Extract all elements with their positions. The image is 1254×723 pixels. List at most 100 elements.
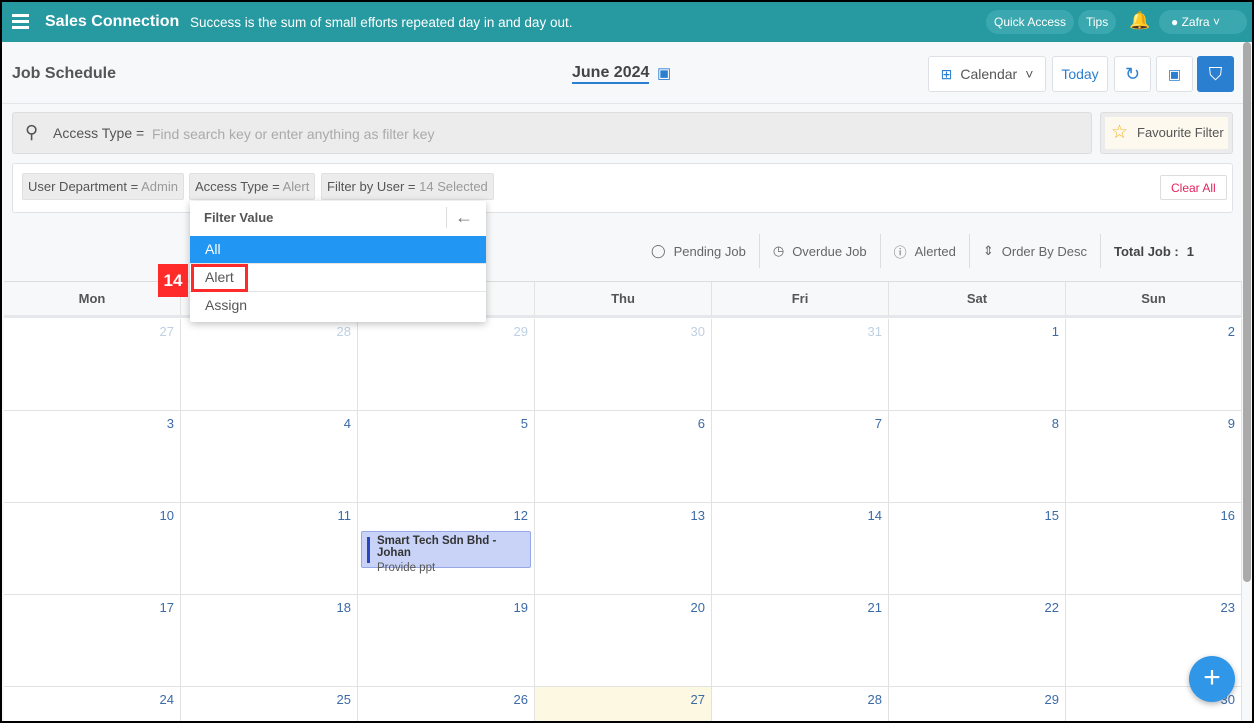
event-title: Smart Tech Sdn Bhd - Johan (377, 535, 497, 559)
day-cell[interactable]: 16 (1066, 503, 1242, 595)
day-cell[interactable]: 25 (181, 687, 358, 721)
day-cell[interactable]: 14 (712, 503, 889, 595)
filter-chip[interactable]: Filter by User = 14 Selected (321, 173, 494, 200)
chevron-down-icon: ˅ (1212, 15, 1220, 29)
filter-button[interactable]: ⛉ (1197, 56, 1234, 92)
day-cell[interactable]: 5 (358, 411, 535, 503)
day-header: Thu (535, 282, 712, 318)
dropdown-title: Filter Value (204, 210, 274, 225)
day-cell[interactable]: 6 (535, 411, 712, 503)
favourite-filter-button[interactable]: ☆ Favourite Filter (1100, 112, 1233, 154)
day-cell[interactable]: 21 (712, 595, 889, 687)
tips-button[interactable]: Tips (1078, 10, 1117, 34)
today-button[interactable]: Today (1052, 56, 1108, 92)
grid-icon: ⊞ (940, 65, 953, 82)
day-cell[interactable]: 3 (4, 411, 181, 503)
favourite-label: Favourite Filter (1137, 125, 1224, 140)
search-placeholder[interactable]: Find search key or enter anything as fil… (152, 126, 434, 142)
clear-all-button[interactable]: Clear All (1160, 175, 1227, 200)
search-key: Access Type = (53, 125, 145, 141)
clock-icon: ◷ (772, 243, 785, 258)
day-cell[interactable]: 22 (889, 595, 1066, 687)
user-menu[interactable]: ● Zafra ˅ (1159, 10, 1247, 34)
event-desc: Provide ppt (377, 562, 436, 574)
chip-value: Admin (141, 179, 178, 194)
day-cell[interactable]: 18 (181, 595, 358, 687)
star-icon: ☆ (1111, 122, 1129, 143)
day-cell[interactable]: 9 (1066, 411, 1242, 503)
pending-label: Pending Job (673, 243, 746, 259)
pending-job-filter[interactable]: ◯ Pending Job (638, 234, 760, 268)
calendar-grid: MonTueWedThuFriSatSun2728293031123456789… (4, 281, 1242, 721)
calendar-event[interactable]: Smart Tech Sdn Bhd - Johan Provide ppt (361, 531, 531, 574)
add-job-button[interactable]: + (1189, 656, 1235, 702)
day-header: Mon (4, 282, 181, 318)
view-select[interactable]: ⊞ Calendar ˅ (928, 56, 1046, 92)
day-cell[interactable]: 4 (181, 411, 358, 503)
filter-value-dropdown: Filter Value ← All Alert Assign (190, 201, 486, 322)
day-cell[interactable]: 28 (712, 687, 889, 721)
chip-key: Filter by User = (327, 179, 416, 194)
brand[interactable]: Sales Connection (45, 13, 179, 31)
day-cell[interactable]: 17 (4, 595, 181, 687)
day-cell[interactable]: 1 (889, 319, 1066, 411)
menu-icon[interactable] (12, 14, 29, 29)
day-cell[interactable]: 19 (358, 595, 535, 687)
day-cell[interactable]: 30 (535, 319, 712, 411)
day-cell[interactable]: 26 (358, 687, 535, 721)
day-cell[interactable]: 29 (358, 319, 535, 411)
back-arrow-icon[interactable]: ← (446, 207, 473, 228)
filter-chip[interactable]: User Department = Admin (22, 173, 184, 200)
chevron-down-icon: ˅ (1025, 66, 1034, 82)
annotation-box (191, 264, 248, 292)
search-bar[interactable]: ⚲ Access Type = Find search key or enter… (12, 112, 1092, 154)
scrollbar[interactable] (1243, 42, 1251, 582)
day-cell[interactable]: 15 (889, 503, 1066, 595)
info-icon: ⓘ (893, 244, 907, 260)
day-header: Fri (712, 282, 889, 318)
day-cell[interactable]: 28 (181, 319, 358, 411)
alerted-filter[interactable]: ⓘ Alerted (881, 234, 970, 268)
day-cell[interactable]: 24 (4, 687, 181, 721)
chip-value: Alert (282, 179, 310, 194)
day-header: Sun (1066, 282, 1242, 318)
quick-access-button[interactable]: Quick Access (986, 10, 1075, 34)
filter-chip[interactable]: Access Type = Alert (189, 173, 316, 200)
day-header: Sat (889, 282, 1066, 318)
option-assign[interactable]: Assign (190, 292, 486, 320)
chip-key: User Department = (28, 179, 139, 194)
annotation-label: 14 (158, 264, 188, 297)
day-cell[interactable]: 31 (712, 319, 889, 411)
bell-icon[interactable]: 🔔 (1129, 11, 1150, 31)
order-toggle[interactable]: ⇕ Order By Desc (970, 234, 1101, 268)
day-cell[interactable]: 8 (889, 411, 1066, 503)
overdue-job-filter[interactable]: ◷ Overdue Job (760, 234, 881, 268)
sort-icon: ⇕ (982, 243, 994, 258)
day-cell[interactable]: 27 (535, 687, 712, 721)
alerted-label: Alerted (914, 243, 956, 259)
calendar-icon[interactable]: ▣ (657, 64, 671, 82)
option-all[interactable]: All (190, 236, 486, 264)
day-cell[interactable]: 10 (4, 503, 181, 595)
chip-value: 14 Selected (419, 179, 488, 194)
day-cell[interactable]: 13 (535, 503, 712, 595)
refresh-icon[interactable]: ↻ (1114, 56, 1151, 92)
day-cell[interactable]: 11 (181, 503, 358, 595)
check-circle-icon: ◯ (651, 243, 666, 258)
day-cell[interactable]: 29 (889, 687, 1066, 721)
order-label: Order By Desc (1001, 243, 1087, 259)
month-picker[interactable]: June 2024 (572, 64, 650, 84)
total-value: 1 (1186, 243, 1194, 259)
day-cell[interactable]: 20 (535, 595, 712, 687)
job-stats: ◯ Pending Job ◷ Overdue Job ⓘ Alerted ⇕ Orde… (638, 234, 1207, 268)
slogan: Success is the sum of small efforts repe… (190, 15, 573, 30)
search-icon: ⚲ (25, 122, 39, 142)
day-cell[interactable]: 2 (1066, 319, 1242, 411)
day-cell[interactable]: 27 (4, 319, 181, 411)
app: Sales Connection Success is the sum of s… (2, 2, 1252, 721)
calendar-button[interactable]: ▣ (1156, 56, 1193, 92)
day-cell[interactable]: 7 (712, 411, 889, 503)
page-header: Job Schedule June 2024 ▣ ⊞ Calendar ˅ Toda… (2, 42, 1252, 104)
favourite-filter-inner[interactable]: ☆ Favourite Filter (1105, 117, 1228, 149)
chip-key: Access Type = (195, 179, 280, 194)
